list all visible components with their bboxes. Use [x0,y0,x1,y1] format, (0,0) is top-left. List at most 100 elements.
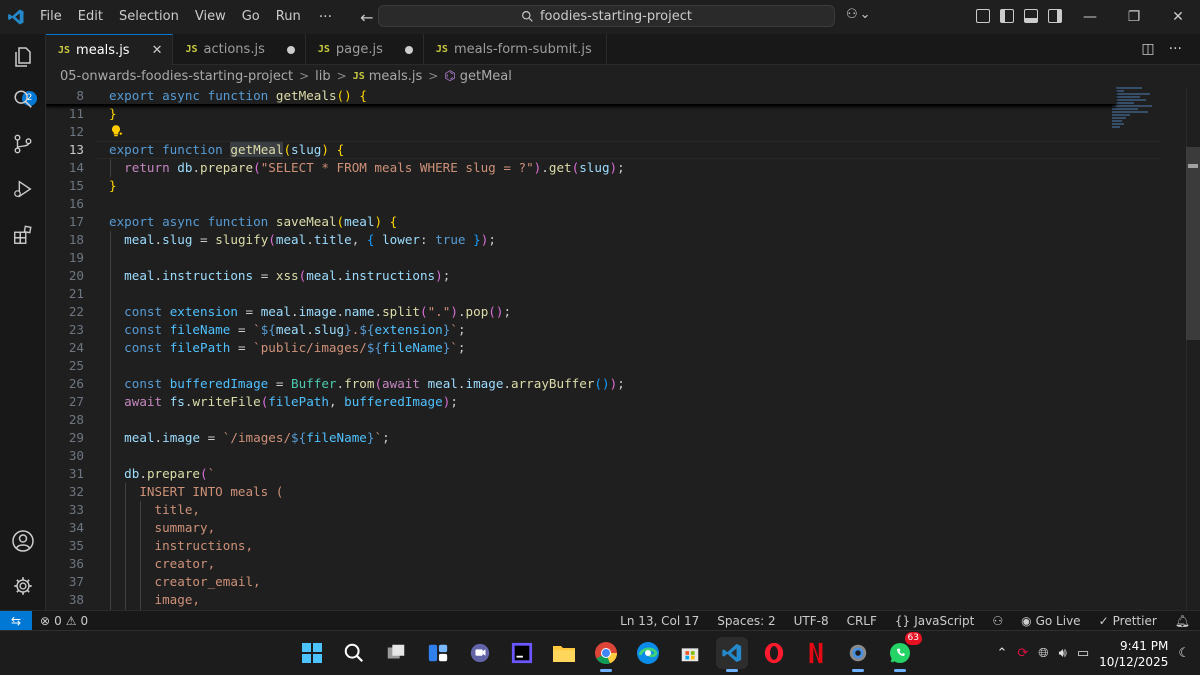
code-line[interactable]: 19 [46,249,1116,267]
code-line[interactable]: 37 creator_email, [46,573,1116,591]
code-line[interactable]: 24 const filePath = `public/images/${fil… [46,339,1116,357]
cursor-position[interactable]: Ln 13, Col 17 [620,614,699,628]
tab-actions-js[interactable]: JS actions.js [173,34,306,65]
code-line[interactable]: 21 [46,285,1116,303]
breadcrumb-file[interactable]: meals.js [369,69,423,84]
windows-start-icon[interactable] [296,637,328,669]
customize-layout-icon[interactable] [976,9,990,23]
code-line[interactable]: 30 [46,447,1116,465]
notifications-bell-icon[interactable]: 🔔︎ [1175,614,1190,628]
more-actions-icon[interactable]: ··· [1169,41,1182,57]
battery-icon[interactable]: ▭ [1077,646,1089,661]
opera-icon[interactable] [758,637,790,669]
go-live-button[interactable]: ◉ Go Live [1021,614,1080,628]
globe-language-icon[interactable]: 🌐︎ [1038,646,1048,661]
menu-run[interactable]: Run [268,0,309,34]
widgets-icon[interactable] [422,637,454,669]
code-line[interactable]: 20 meal.instructions = xss(meal.instruct… [46,267,1116,285]
settings-gear-icon[interactable] [10,573,36,599]
code-line[interactable]: 33 title, [46,501,1116,519]
code-line[interactable]: 23 const fileName = `${meal.slug}.${exte… [46,321,1116,339]
settings-app-icon[interactable] [842,637,874,672]
focus-moon-icon[interactable]: ☾ [1178,646,1190,661]
command-center-search[interactable]: foodies-starting-project [378,5,835,27]
code-line[interactable]: 13 export function getMeal(slug) { [46,141,1116,159]
code-line[interactable]: 11} [46,105,1116,123]
chrome-icon[interactable] [590,637,622,672]
indentation[interactable]: Spaces: 2 [717,614,775,628]
menu-file[interactable]: File [32,0,70,34]
code-line[interactable]: 32 INSERT INTO meals ( [46,483,1116,501]
whatsapp-icon[interactable]: 63 [884,632,922,672]
menu-more-button[interactable]: ··· [309,9,342,25]
toggle-panel-icon[interactable] [1024,9,1038,23]
taskbar-search-icon[interactable] [338,637,370,669]
modified-dot-icon[interactable] [404,45,413,54]
copilot-button[interactable]: ⚇ ⌄ [846,7,871,22]
breadcrumb-folder[interactable]: 05-onwards-foodies-starting-project [60,69,293,84]
problems-indicator[interactable]: ⊗ 0 ⚠ 0 [32,614,88,628]
code-line[interactable]: 31 db.prepare(` [46,465,1116,483]
minimize-icon[interactable]: — [1068,0,1112,34]
microsoft-store-icon[interactable] [674,637,706,669]
code-line[interactable]: 15} [46,177,1116,195]
code-line[interactable]: 18 meal.slug = slugify(meal.title, { low… [46,231,1116,249]
netflix-icon[interactable] [800,637,832,669]
code-line[interactable]: 35 instructions, [46,537,1116,555]
prettier-button[interactable]: ✓ Prettier [1099,614,1157,628]
code-line[interactable]: 16 [46,195,1116,213]
code-line[interactable]: 36 creator, [46,555,1116,573]
back-arrow-icon[interactable]: ← [360,8,373,27]
run-debug-icon[interactable] [10,176,36,202]
modified-dot-icon[interactable] [286,45,295,54]
lightbulb-icon[interactable] [109,123,123,139]
code-line[interactable]: 34 summary, [46,519,1116,537]
sync-icon[interactable]: ⟳ [1017,646,1028,661]
tab-page-js[interactable]: JS page.js [306,34,424,65]
code-line[interactable]: 14 return db.prepare("SELECT * FROM meal… [46,159,1116,177]
jetbrains-icon[interactable] [506,637,538,669]
chevron-up-icon[interactable]: ⌃ [996,646,1007,661]
code-editor[interactable]: 8 export async function getMeals() {11} 12… [46,87,1200,610]
code-line[interactable]: 29 meal.image = `/images/${fileName}`; [46,429,1116,447]
menu-edit[interactable]: Edit [70,0,111,34]
menu-view[interactable]: View [187,0,234,34]
end-of-line[interactable]: CRLF [847,614,877,628]
file-explorer-icon[interactable] [548,637,580,669]
minimap[interactable] [1112,87,1156,147]
explorer-icon[interactable] [10,44,36,70]
edge-icon[interactable] [632,637,664,669]
code-line[interactable]: 26 const bufferedImage = Buffer.from(awa… [46,375,1116,393]
menu-selection[interactable]: Selection [111,0,187,34]
scrollbar-thumb[interactable] [1186,147,1200,340]
clock[interactable]: 9:41 PM 10/12/2025 [1099,638,1168,670]
file-encoding[interactable]: UTF-8 [794,614,829,628]
code-line[interactable]: 25 [46,357,1116,375]
code-line[interactable]: 27 await fs.writeFile(filePath, buffered… [46,393,1116,411]
code-line[interactable]: 17 export async function saveMeal(meal) { [46,213,1116,231]
breadcrumb-symbol[interactable]: getMeal [460,69,512,84]
toggle-secondary-sidebar-icon[interactable] [1048,9,1062,23]
account-icon[interactable] [10,528,36,554]
restore-icon[interactable]: ❐ [1112,0,1156,34]
tab-meals-js[interactable]: JS meals.js ✕ [46,34,174,65]
source-control-icon[interactable] [10,131,36,157]
code-line[interactable]: 38 image, [46,591,1116,609]
copilot-status-icon[interactable]: ⚇ [992,614,1003,628]
language-mode[interactable]: {} JavaScript [895,614,974,628]
code-line[interactable]: 28 [46,411,1116,429]
toggle-primary-sidebar-icon[interactable] [1000,9,1014,23]
tab-meals-form-submit-js[interactable]: JS meals-form-submit.js [424,34,607,65]
split-editor-icon[interactable]: ◫ [1141,41,1154,57]
vscode-taskbar-icon[interactable] [716,637,748,672]
sticky-scroll-line[interactable]: 8 export async function getMeals() { [46,87,1116,105]
vertical-scrollbar[interactable] [1186,87,1200,610]
teams-chat-icon[interactable] [464,637,496,669]
task-view-icon[interactable] [380,637,412,669]
menu-go[interactable]: Go [234,0,268,34]
close-icon[interactable]: ✕ [152,43,163,58]
code-line[interactable]: 12 [46,123,1116,141]
breadcrumb-subfolder[interactable]: lib [315,69,330,84]
code-line[interactable]: 22 const extension = meal.image.name.spl… [46,303,1116,321]
volume-icon[interactable]: 🔊︎ [1059,646,1067,661]
